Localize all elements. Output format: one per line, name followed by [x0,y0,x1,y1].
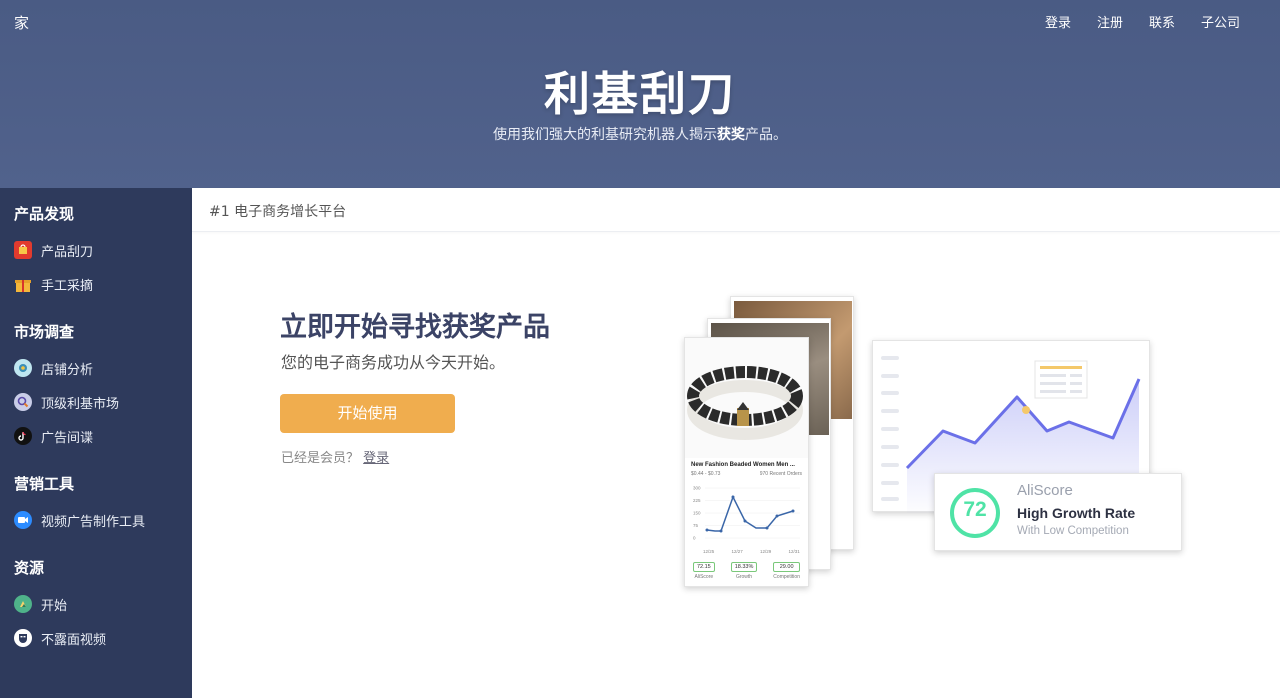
nav-login[interactable]: 登录 [1045,12,1071,31]
get-started-button[interactable]: 开始使用 [280,394,455,433]
product-card-front: New Fashion Beaded Women Men ... $0.44 -… [684,337,809,587]
x-tick-label: 12/31 [789,549,801,554]
home-link[interactable]: 家 [14,12,29,33]
sidebar-item-label: 顶级利基市场 [41,396,120,412]
score-label: AliScore [1017,482,1073,499]
sidebar-item-ad-spy[interactable]: 广告间谍 [14,425,119,447]
sidebar-heading: 营销工具 [14,475,75,493]
breadcrumb-text: #1 电子商务增长平台 [209,204,347,220]
sidebar-section-marketing: 营销工具 视频广告制作工具 [0,474,145,531]
sidebar-item-store-analysis[interactable]: 店铺分析 [14,357,119,379]
stat-value: 29.00 [773,562,800,572]
top-nav: 登录 注册 联系 子公司 [1045,12,1240,31]
y-tick-label: 300 [693,486,701,491]
stat-label: AliScore [694,574,714,580]
stat-growth: 18.33% Growth [730,562,758,580]
sidebar: 产品发现 产品刮刀 手工采摘 市场调查 店铺分析 顶级利基市场 广告间谍 营销工… [0,188,192,698]
stat-aliscore: 72.15 AliScore [692,562,715,580]
sidebar-item-video-ad-maker[interactable]: 视频广告制作工具 [14,509,145,531]
product-orders: 970 Recent Orders [759,471,802,477]
sidebar-section-research: 市场调查 店铺分析 顶级利基市场 广告间谍 [0,322,119,447]
y-tick-label: 150 [693,511,701,516]
sidebar-item-label: 手工采摘 [41,278,94,294]
stat-value: 18.33% [730,562,758,572]
eye-icon [14,359,32,377]
stat-competition: 29.00 Competition [773,562,800,580]
cta-subtitle: 您的电子商务成功从今天开始。 [281,353,506,372]
y-tick-label: 225 [693,498,701,503]
x-tick-label: 12/27 [732,549,744,554]
orders-series-line [706,495,794,532]
sidebar-item-label: 开始 [41,598,68,614]
breadcrumb: #1 电子商务增长平台 [192,188,1280,232]
score-value: 72 [963,498,987,521]
sidebar-item-label: 广告间谍 [41,430,94,446]
bracelet-image [685,338,808,458]
product-price: $0.44 - $0.73 [691,471,721,477]
growth-marker [1022,406,1030,414]
sidebar-item-label: 店铺分析 [41,362,94,378]
site-header: 家 登录 注册 联系 子公司 利基刮刀 使用我们强大的利基研究机器人揭示获奖产品… [0,0,1280,188]
video-camera-icon [14,511,32,529]
stat-value: 72.15 [692,562,715,572]
nav-register[interactable]: 注册 [1097,12,1123,31]
hero-subtitle: 使用我们强大的利基研究机器人揭示获奖产品。 [0,124,1280,144]
stat-label: Competition [773,574,800,580]
hero-subtitle-bold: 获奖 [717,127,745,143]
orders-line-chart: 300 225 150 75 0 12/25 12/27 12/29 12/31 [693,486,801,555]
sidebar-section-resources: 资源 开始 不露面视频 [0,558,106,649]
hero-subtitle-a: 使用我们强大的利基研究机器人揭示 [493,127,717,143]
product-stats: 72.15 AliScore 18.33% Growth 29.00 Compe… [685,562,808,580]
y-tick-label: 75 [693,523,699,528]
mask-icon [14,629,32,647]
play-icon [14,595,32,613]
x-tick-label: 12/25 [703,549,715,554]
sidebar-heading: 产品发现 [14,205,75,223]
sidebar-heading: 资源 [14,559,45,577]
tiktok-icon [14,427,32,445]
sidebar-item-hand-picked[interactable]: 手工采摘 [14,273,93,295]
sidebar-item-label: 产品刮刀 [41,244,94,260]
login-link[interactable]: 登录 [363,451,389,466]
sidebar-item-get-started[interactable]: 开始 [14,593,106,615]
stat-label: Growth [735,574,753,580]
nav-contact[interactable]: 联系 [1149,12,1175,31]
sidebar-item-label: 视频广告制作工具 [41,514,146,530]
aliscore-card: 72 AliScore High Growth Rate With Low Co… [934,473,1182,551]
sidebar-item-faceless-video[interactable]: 不露面视频 [14,627,106,649]
magnifier-icon [14,393,32,411]
sidebar-item-top-niches[interactable]: 顶级利基市场 [14,391,119,413]
sidebar-item-product-scraper[interactable]: 产品刮刀 [14,239,93,261]
red-bag-icon [14,241,32,259]
nav-affiliate[interactable]: 子公司 [1201,12,1240,31]
sidebar-heading: 市场调查 [14,323,75,341]
member-prompt: 已经是会员？ 登录 [281,447,389,466]
sidebar-section-discovery: 产品发现 产品刮刀 手工采摘 [0,204,93,295]
sidebar-item-label: 不露面视频 [41,632,107,648]
x-tick-label: 12/29 [760,549,772,554]
score-subtitle: With Low Competition [1017,525,1129,537]
cta-title: 立即开始寻找获奖产品 [280,312,550,343]
y-tick-label: 0 [693,536,696,541]
gift-icon [14,275,32,293]
score-title: High Growth Rate [1017,505,1136,521]
product-name: New Fashion Beaded Women Men ... [691,462,795,468]
hero-subtitle-b: 产品。 [745,127,787,143]
hero-title: 利基刮刀 [544,67,736,121]
member-text: 已经是会员？ [281,451,360,466]
